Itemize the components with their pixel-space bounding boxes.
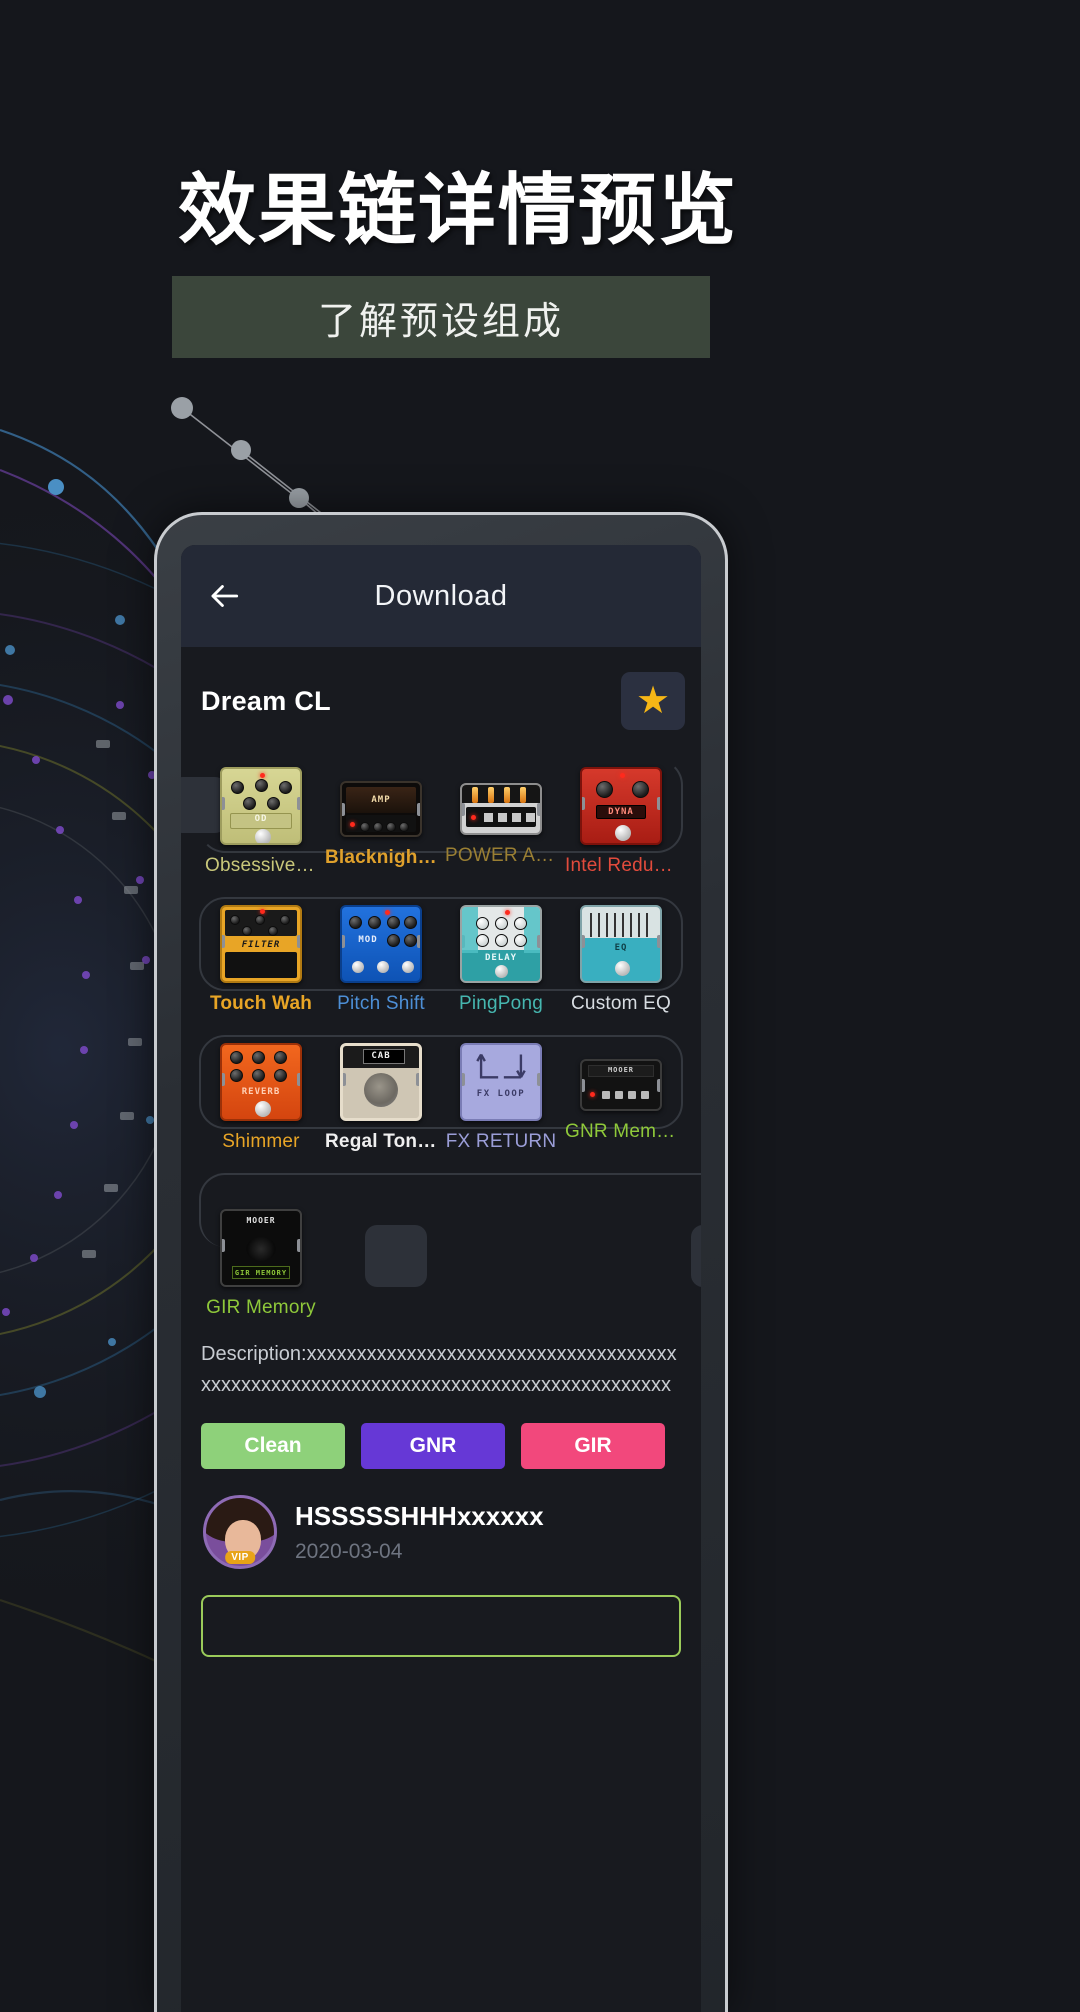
tag-label: Clean — [244, 1434, 302, 1457]
slot-label: POWER AMP — [445, 845, 557, 866]
promo-subtitle-bar: 了解预设组成 — [172, 276, 710, 358]
tag-label: GNR — [409, 1434, 457, 1457]
preset-title-row: Dream CL ★ — [181, 647, 701, 755]
slot-label: Regal Tone 110 — [325, 1131, 437, 1152]
preset-name: Dream CL — [201, 685, 331, 716]
tag-label: GIR — [574, 1434, 612, 1457]
chain-slot-empty[interactable] — [691, 1225, 701, 1287]
chain-row-last: MOOER GIR MEMORY GIR Memory — [195, 1173, 701, 1323]
slot-label: Custom EQ — [571, 993, 671, 1014]
chain-row: REVERB Shimmer CAB Regal Tone 110 — [195, 1035, 687, 1167]
slot-label: Shimmer — [222, 1131, 300, 1152]
tag-gir[interactable]: GIR — [521, 1423, 665, 1469]
chain-row: FILTER Touch Wah MOD Pitch Shift DELAY P… — [195, 897, 687, 1029]
chain-slot[interactable]: REVERB Shimmer — [205, 1043, 317, 1153]
tag-gnr[interactable]: GNR — [361, 1423, 505, 1469]
chain-slot[interactable]: MOOER GIR MEMORY GIR Memory — [205, 1209, 317, 1319]
gir-memory-pedal: MOOER GIR MEMORY — [220, 1209, 302, 1287]
phone-screen: Download Dream CL ★ OD Obsessive D AMP B… — [181, 545, 701, 2012]
filter-pedal: FILTER — [220, 905, 302, 983]
chain-slot-empty[interactable] — [365, 1225, 427, 1287]
overdrive-pedal: OD — [220, 767, 302, 845]
slot-label: GNR Memory — [565, 1121, 677, 1142]
amp-head: AMP — [340, 781, 422, 837]
favorite-button[interactable]: ★ — [621, 672, 685, 730]
bottom-action-button[interactable] — [201, 1595, 681, 1657]
chain-row: OD Obsessive D... AMP — [181, 759, 687, 891]
tag-clean[interactable]: Clean — [201, 1423, 345, 1469]
slot-label: Blacknight DS — [325, 847, 437, 868]
slot-label: Intel Reducer — [565, 855, 677, 876]
slot-label: PingPong — [458, 993, 543, 1014]
chain-slot[interactable]: AMP Blacknight DS — [325, 767, 437, 869]
chain-slot[interactable]: MOD Pitch Shift — [325, 905, 437, 1015]
author-name: HSSSSSHHHxxxxxx — [295, 1500, 544, 1531]
vip-badge: VIP — [225, 1551, 255, 1564]
chain-slot[interactable]: MOOER GNR Memory — [565, 1043, 677, 1143]
slot-label: Obsessive D... — [205, 855, 317, 876]
app-header-title: Download — [374, 579, 508, 612]
chain-slot[interactable]: POWER AMP — [445, 767, 557, 867]
slot-label: GIR Memory — [206, 1297, 316, 1318]
app-header: Download — [181, 545, 701, 647]
slot-label: FX RETURN — [445, 1131, 557, 1152]
gnr-pedal: MOOER — [580, 1059, 662, 1111]
description-text: Description:xxxxxxxxxxxxxxxxxxxxxxxxxxxx… — [201, 1343, 677, 1396]
chain-slot[interactable]: CAB Regal Tone 110 — [325, 1043, 437, 1153]
author-info: HSSSSSHHHxxxxxx 2020-03-04 — [295, 1501, 544, 1564]
effect-chain: OD Obsessive D... AMP — [181, 755, 701, 1323]
chain-slot[interactable]: FILTER Touch Wah — [205, 905, 317, 1015]
power-amp — [460, 783, 542, 835]
phone-mockup: Download Dream CL ★ OD Obsessive D AMP B… — [154, 512, 728, 2012]
chain-slot[interactable]: OD Obsessive D... — [205, 767, 317, 877]
eq-pedal: EQ — [580, 905, 662, 983]
promo-subtitle: 了解预设组成 — [317, 300, 564, 343]
mod-pedal: MOD — [340, 905, 422, 983]
slot-label: Pitch Shift — [337, 993, 425, 1014]
author-date: 2020-03-04 — [295, 1539, 403, 1563]
chain-slot[interactable]: DYNA Intel Reducer — [565, 767, 677, 877]
cabinet: CAB — [340, 1043, 422, 1121]
fx-loop-pedal: FX LOOP — [460, 1043, 542, 1121]
tag-list: Clean GNR GIR — [181, 1401, 701, 1469]
page-title: 效果链详情预览 — [178, 166, 739, 254]
star-icon: ★ — [635, 680, 671, 722]
author-row[interactable]: VIP HSSSSSHHHxxxxxx 2020-03-04 — [181, 1469, 701, 1569]
delay-pedal: DELAY — [460, 905, 542, 983]
dyna-pedal: DYNA — [580, 767, 662, 845]
reverb-pedal: REVERB — [220, 1043, 302, 1121]
arrow-left-icon[interactable] — [205, 577, 243, 615]
slot-label: Touch Wah — [209, 993, 313, 1014]
chain-slot[interactable]: FX LOOP FX RETURN — [445, 1043, 557, 1153]
chain-slot[interactable]: EQ Custom EQ — [565, 905, 677, 1015]
chain-slot[interactable]: DELAY PingPong — [445, 905, 557, 1015]
avatar[interactable]: VIP — [203, 1495, 277, 1569]
